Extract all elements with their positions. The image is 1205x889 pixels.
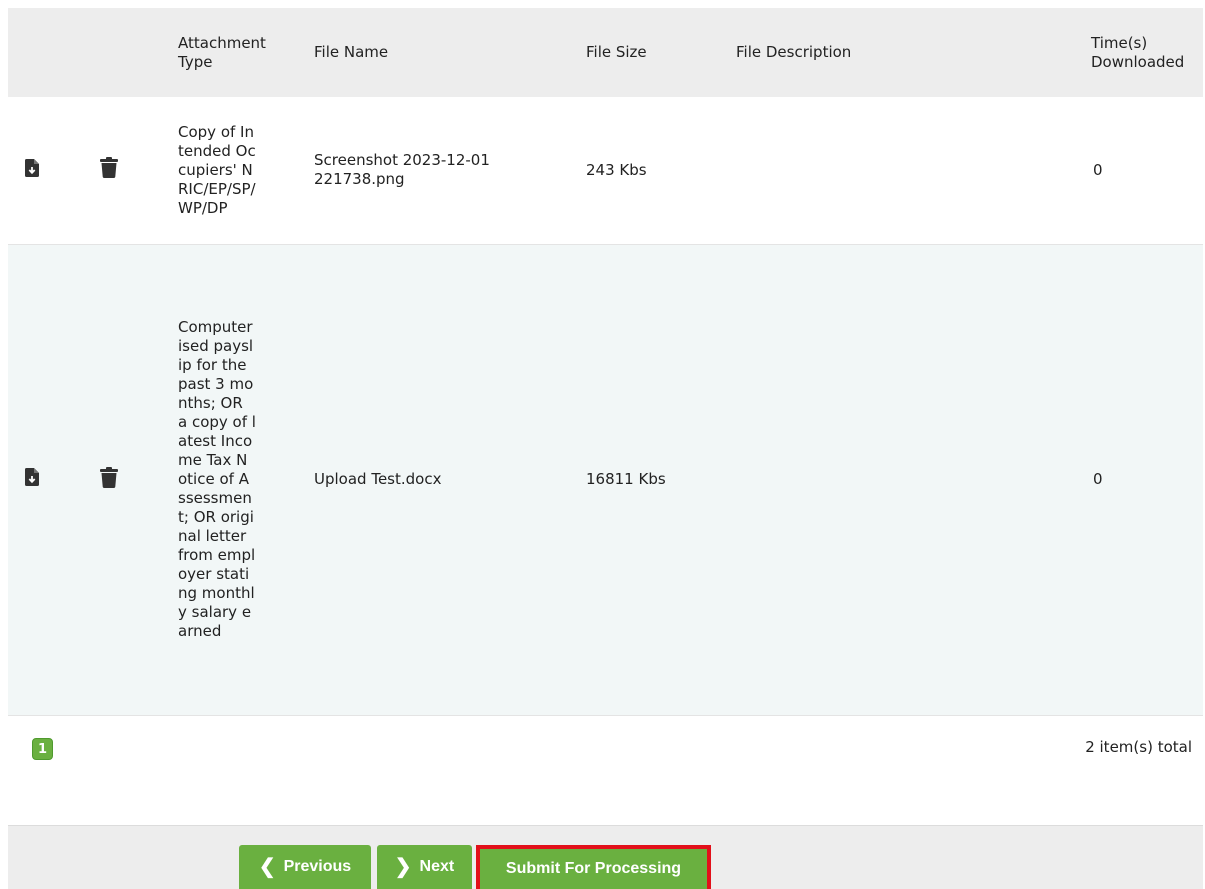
header-file-size: File Size bbox=[586, 43, 647, 61]
submit-for-processing-button[interactable]: Submit For Processing bbox=[476, 845, 711, 889]
header-file-name: File Name bbox=[314, 43, 389, 61]
file-name-text: Upload Test.docx bbox=[314, 470, 442, 488]
chevron-right-icon: ❯ bbox=[394, 856, 412, 878]
trash-icon[interactable] bbox=[100, 157, 118, 179]
delete-cell bbox=[100, 97, 176, 244]
file-size-cell: 16811 Kbs bbox=[586, 470, 666, 488]
download-cell bbox=[8, 244, 100, 715]
header-file-description: File Description bbox=[736, 43, 852, 61]
download-cell bbox=[8, 97, 100, 244]
header-times-downloaded: Time(s) Downloaded bbox=[1091, 8, 1203, 97]
file-download-icon[interactable] bbox=[25, 468, 39, 486]
attachment-type-text: Copy of Intended Occupiers' NRIC/EP/SP/W… bbox=[178, 122, 256, 217]
file-description-cell bbox=[736, 244, 1091, 715]
next-button[interactable]: ❯ Next bbox=[377, 845, 472, 889]
file-download-icon[interactable] bbox=[25, 158, 39, 177]
next-button-label: Next bbox=[419, 858, 455, 875]
attachment-type-text: Computerised payslip for the past 3 mont… bbox=[178, 318, 256, 640]
table-row: Computerised payslip for the past 3 mont… bbox=[8, 244, 1203, 715]
file-size-cell: 243 Kbs bbox=[586, 160, 647, 179]
pagination-page-1[interactable]: 1 bbox=[32, 738, 53, 760]
times-downloaded-cell: 0 bbox=[1093, 160, 1103, 179]
delete-cell bbox=[100, 244, 176, 715]
attachment-type-cell: Computerised payslip for the past 3 mont… bbox=[176, 244, 314, 715]
attachment-type-cell: Copy of Intended Occupiers' NRIC/EP/SP/W… bbox=[176, 97, 314, 244]
attachments-table: Attachment Type File Name File Size File… bbox=[8, 8, 1203, 716]
file-name-cell: Upload Test.docx bbox=[314, 244, 586, 715]
header-attachment-type: Attachment Type bbox=[176, 8, 314, 97]
trash-icon[interactable] bbox=[100, 466, 118, 488]
attachments-table-container: Attachment Type File Name File Size File… bbox=[8, 8, 1203, 716]
header-attachment-type-label: Attachment Type bbox=[178, 33, 266, 71]
header-download bbox=[8, 8, 100, 97]
chevron-left-icon: ❮ bbox=[258, 856, 276, 878]
table-header-row: Attachment Type File Name File Size File… bbox=[8, 8, 1203, 97]
previous-button[interactable]: ❮ Previous bbox=[239, 845, 371, 889]
file-name-text: Screenshot 2023-12-01 221738.png bbox=[314, 151, 490, 189]
submit-button-label: Submit For Processing bbox=[505, 860, 682, 877]
file-name-cell: Screenshot 2023-12-01 221738.png bbox=[314, 97, 586, 244]
header-delete bbox=[100, 8, 176, 97]
header-times-downloaded-label: Time(s) Downloaded bbox=[1091, 33, 1185, 71]
file-description-cell bbox=[736, 97, 1091, 244]
previous-button-label: Previous bbox=[283, 858, 352, 875]
times-downloaded-cell: 0 bbox=[1093, 470, 1103, 488]
items-total-text: 2 item(s) total bbox=[1085, 738, 1192, 756]
table-row: Copy of Intended Occupiers' NRIC/EP/SP/W… bbox=[8, 97, 1203, 244]
